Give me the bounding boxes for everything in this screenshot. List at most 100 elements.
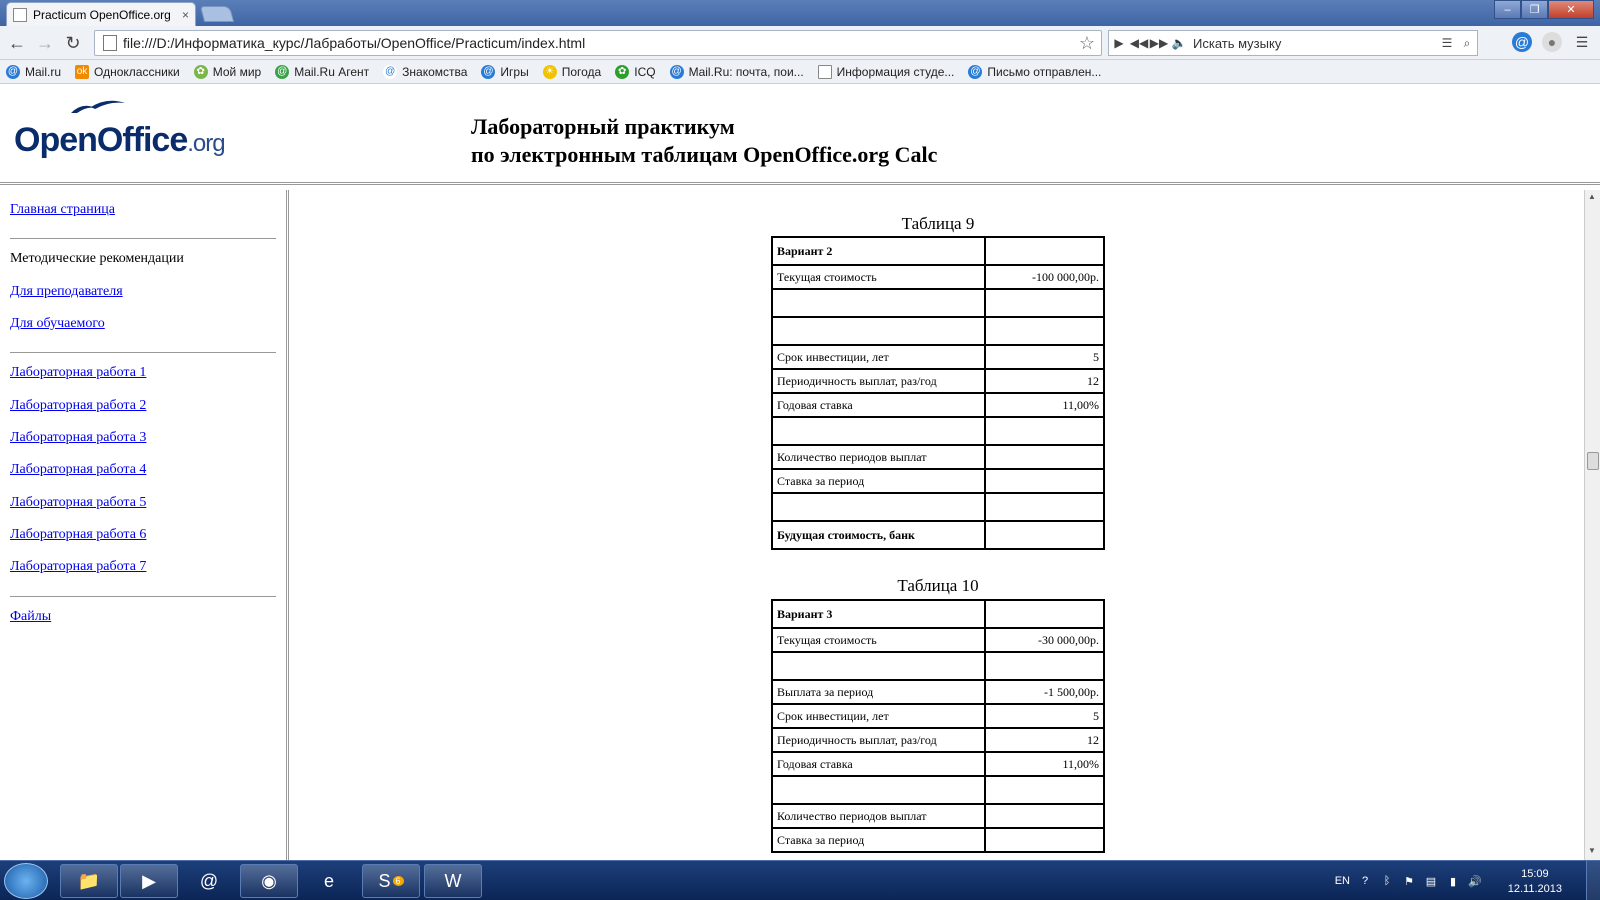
page-icon — [817, 64, 832, 79]
sidebar-link-lab-3[interactable]: Лабораторная работа 3 — [10, 430, 146, 446]
page-title: Лабораторный практикум по электронным та… — [471, 113, 937, 169]
table-row: Количество периодов выплат — [771, 444, 1106, 470]
bookmark-star-icon[interactable]: ☆ — [1079, 33, 1095, 54]
mailru-extension-icon[interactable]: @ — [1512, 32, 1532, 52]
divider — [10, 352, 276, 353]
rewind-icon[interactable]: ◀◀ — [1129, 36, 1149, 50]
url-text[interactable]: file:///D:/Информатика_курс/Лабработы/Op… — [123, 35, 1079, 51]
clock-time: 15:09 — [1521, 868, 1549, 880]
skype-badge: 6 — [392, 876, 404, 886]
skype-task-icon[interactable]: S6 — [362, 864, 420, 898]
sidebar-link-lab-5[interactable]: Лабораторная работа 5 — [10, 495, 146, 511]
cell-value — [983, 827, 1106, 853]
table-row: Вариант 2 — [771, 236, 1106, 266]
cell-label: Срок инвестиции, лет — [771, 703, 986, 729]
page-scrollbar[interactable]: ▲ ▼ — [1584, 190, 1600, 860]
bookmark-item[interactable]: ok Одноклассники — [75, 64, 180, 79]
volume-icon[interactable]: 🔊 — [1468, 874, 1482, 888]
search-icon[interactable]: ⌕ — [1457, 36, 1477, 51]
page-favicon-icon — [13, 7, 27, 22]
start-button[interactable] — [4, 863, 48, 899]
cell-value: 5 — [983, 344, 1106, 370]
music-search-input[interactable]: Искать музыку — [1189, 36, 1437, 51]
scroll-thumb[interactable] — [1587, 452, 1599, 470]
cell-value — [983, 236, 1106, 266]
chrome-task-icon[interactable]: ◉ — [240, 864, 298, 898]
sidebar-link-home[interactable]: Главная страница — [10, 202, 115, 218]
media-player-task-icon[interactable]: ▶ — [120, 864, 178, 898]
odnoklassniki-icon: ok — [75, 64, 90, 79]
chrome-menu-icon[interactable]: ☰ — [1572, 32, 1592, 52]
browser-tab[interactable]: Practicum OpenOffice.org × — [6, 2, 196, 26]
cell-value — [983, 775, 1106, 805]
bluetooth-icon[interactable]: ᛒ — [1380, 874, 1394, 888]
show-desktop-button[interactable] — [1586, 861, 1600, 900]
address-bar[interactable]: file:///D:/Информатика_курс/Лабработы/Op… — [94, 30, 1102, 56]
reload-icon[interactable]: ↻ — [62, 32, 84, 54]
cell-label: Периодичность выплат, раз/год — [771, 727, 986, 753]
bookmark-item[interactable]: @ Знакомства — [383, 64, 467, 79]
mailru-icon: @ — [6, 64, 20, 79]
close-window-button[interactable]: ✕ — [1548, 0, 1594, 19]
bookmark-item[interactable]: ✿ ICQ — [615, 64, 656, 79]
table-row — [771, 316, 1106, 346]
sidebar-link-lab-1[interactable]: Лабораторная работа 1 — [10, 365, 146, 381]
sidebar-link-student[interactable]: Для обучаемого — [10, 316, 105, 332]
network-icon[interactable]: ▤ — [1424, 874, 1438, 888]
cell-label: Годовая ставка — [771, 751, 986, 777]
mail-agent-task-icon[interactable]: @ — [180, 864, 238, 898]
browser-toolbar: ← → ↻ file:///D:/Информатика_курс/Лабраб… — [0, 26, 1600, 60]
data-table: Вариант 3 Текущая стоимость -30 000,00р. Вы… — [771, 599, 1106, 853]
games-icon: @ — [481, 64, 496, 79]
table-row: Годовая ставка 11,00% — [771, 392, 1106, 418]
bookmark-item[interactable]: @ Письмо отправлен... — [968, 64, 1101, 79]
signal-icon[interactable]: ▮ — [1446, 874, 1460, 888]
bookmark-item[interactable]: ☀ Погода — [542, 64, 601, 79]
flag-icon[interactable]: ⚑ — [1402, 874, 1416, 888]
language-indicator[interactable]: EN — [1335, 875, 1350, 887]
sidebar-link-lab-4[interactable]: Лабораторная работа 4 — [10, 462, 146, 478]
bookmark-item[interactable]: @ Игры — [481, 64, 529, 79]
table-caption: Таблица 9 — [901, 214, 975, 233]
table-row: Вариант 3 — [771, 599, 1106, 629]
volume-icon[interactable]: 🔈 — [1169, 36, 1189, 50]
table-row — [771, 651, 1106, 681]
word-task-icon[interactable]: W — [424, 864, 482, 898]
clock[interactable]: 15:09 12.11.2013 — [1508, 867, 1562, 897]
menu-icon[interactable]: ☰ — [1437, 36, 1457, 50]
maximize-button[interactable]: ❐ — [1521, 0, 1548, 19]
divider — [10, 238, 276, 239]
new-tab-button[interactable] — [199, 6, 235, 22]
table-row — [771, 288, 1106, 318]
table-row: Ставка за период — [771, 468, 1106, 494]
forward-icon[interactable]: → — [34, 32, 56, 54]
sidebar-link-lab-2[interactable]: Лабораторная работа 2 — [10, 398, 146, 414]
back-icon[interactable]: ← — [6, 32, 28, 54]
internet-explorer-task-icon[interactable]: e — [300, 864, 358, 898]
bookmark-item[interactable]: @ Mail.Ru Агент — [275, 64, 369, 79]
cell-label: Количество периодов выплат — [771, 803, 986, 829]
cell-value: 5 — [983, 703, 1106, 729]
bookmark-item[interactable]: @ Mail.Ru: почта, пои... — [669, 64, 804, 79]
bookmark-item[interactable]: Информация студе... — [817, 64, 954, 79]
sidebar-link-teacher[interactable]: Для преподавателя — [10, 284, 123, 300]
windows-taskbar: 📁 ▶ @ ◉ e S6 W EN ? ᛒ ⚑ ▤ ▮ 🔊 15:09 12.1… — [0, 860, 1600, 900]
cell-value: 12 — [983, 727, 1106, 753]
extension-icon[interactable]: ● — [1542, 32, 1562, 52]
minimize-button[interactable]: ‒ — [1494, 0, 1521, 19]
fast-forward-icon[interactable]: ▶▶ — [1149, 36, 1169, 50]
bookmark-item[interactable]: ✿ Мой мир — [193, 64, 261, 79]
help-icon[interactable]: ? — [1358, 874, 1372, 888]
close-tab-icon[interactable]: × — [182, 8, 189, 22]
play-icon[interactable]: ▶ — [1109, 36, 1129, 50]
bookmark-item[interactable]: @ Mail.ru — [6, 64, 61, 79]
scroll-up-icon[interactable]: ▲ — [1588, 192, 1596, 201]
sidebar-link-lab-7[interactable]: Лабораторная работа 7 — [10, 559, 146, 575]
music-player-bar: ▶ ◀◀ ▶▶ 🔈 Искать музыку ☰ ⌕ — [1108, 30, 1478, 56]
scroll-down-icon[interactable]: ▼ — [1588, 846, 1596, 855]
sidebar-link-lab-6[interactable]: Лабораторная работа 6 — [10, 527, 146, 543]
sidebar-link-files[interactable]: Файлы — [10, 609, 51, 625]
cell-value — [983, 803, 1106, 829]
cell-value — [983, 651, 1106, 681]
explorer-task-icon[interactable]: 📁 — [60, 864, 118, 898]
